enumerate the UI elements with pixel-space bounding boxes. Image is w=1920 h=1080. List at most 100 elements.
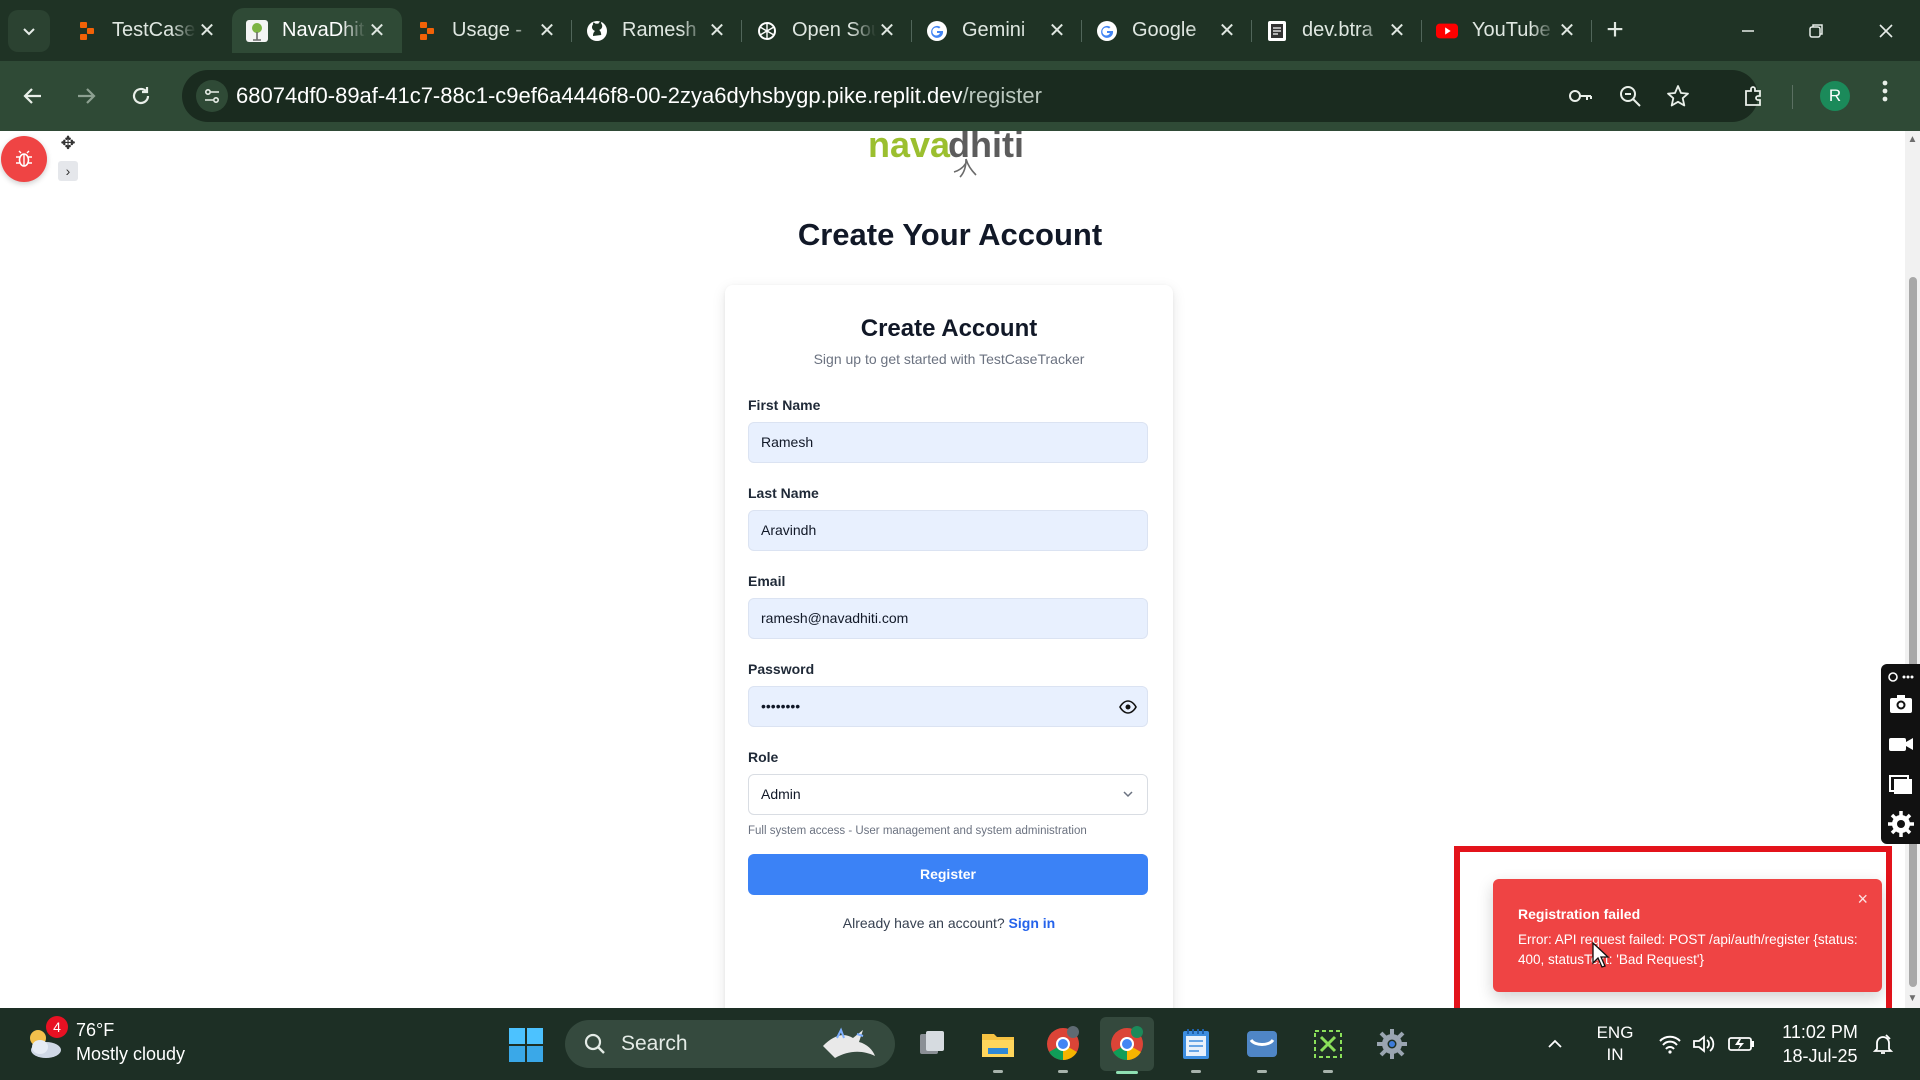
toast-title: Registration failed xyxy=(1518,906,1641,922)
site-info-button[interactable] xyxy=(196,80,228,112)
taskbar-notepad[interactable] xyxy=(1176,1024,1216,1073)
close-tab-icon[interactable]: ✕ xyxy=(876,18,898,43)
browser-tab[interactable]: NavaDhiti ✕ xyxy=(232,8,402,53)
toolbar-separator xyxy=(1792,85,1793,109)
expand-panel-button[interactable]: › xyxy=(58,161,78,181)
windows-start-icon[interactable] xyxy=(508,1027,544,1063)
page-title: Create Your Account xyxy=(797,217,1103,252)
browser-tab[interactable]: Google ✕ xyxy=(1082,8,1252,53)
running-indicator xyxy=(1058,1070,1068,1073)
bookmark-button[interactable] xyxy=(1664,82,1692,110)
eye-icon[interactable] xyxy=(1119,698,1137,716)
taskbar-file-explorer[interactable] xyxy=(978,1024,1018,1073)
password-key-button[interactable] xyxy=(1566,82,1594,110)
close-window-button[interactable] xyxy=(1852,0,1920,61)
tab-title: TestCase xyxy=(112,19,196,41)
close-tab-icon[interactable]: ✕ xyxy=(1046,18,1068,43)
weather-badge: 4 xyxy=(46,1016,68,1038)
browser-tab[interactable]: YouTube ✕ xyxy=(1422,8,1592,53)
arrow-left-icon xyxy=(23,88,41,104)
battery-status[interactable] xyxy=(1726,1008,1758,1080)
move-icon[interactable]: ✥ xyxy=(58,133,78,153)
navadhiti-logo: nava dhiti xyxy=(866,131,1036,187)
browser-tab[interactable]: Open Sou ✕ xyxy=(742,8,912,53)
language-indicator[interactable]: ENG IN xyxy=(1590,1008,1640,1080)
taskbar-task-view[interactable] xyxy=(912,1024,952,1064)
mouse-cursor-icon xyxy=(1592,942,1610,968)
taskbar-chrome-profile-1[interactable] xyxy=(1043,1024,1083,1073)
notifications-button[interactable] xyxy=(1868,1008,1898,1080)
camera-icon[interactable] xyxy=(1887,690,1915,718)
tune-icon xyxy=(204,88,220,104)
wifi-status[interactable] xyxy=(1656,1008,1684,1080)
scroll-up-arrow[interactable]: ▲ xyxy=(1907,134,1918,145)
register-button[interactable]: Register xyxy=(748,854,1148,895)
taskbar-settings[interactable] xyxy=(1372,1024,1412,1064)
close-tab-icon[interactable]: ✕ xyxy=(706,18,728,43)
browser-toolbar: 68074df0-89af-41c7-88c1-c9ef6a4446f8-00-… xyxy=(0,61,1920,131)
reload-button[interactable] xyxy=(120,75,162,117)
temperature: 76°F xyxy=(76,1020,115,1040)
volume-status[interactable] xyxy=(1690,1008,1718,1080)
scroll-down-arrow[interactable]: ▼ xyxy=(1907,993,1918,1004)
extensions-button[interactable] xyxy=(1740,82,1768,110)
scrollbar-thumb[interactable] xyxy=(1909,277,1917,987)
show-hidden-icons-button[interactable] xyxy=(1540,1008,1570,1080)
system-clock[interactable]: 11:02 PM 18-Jul-25 xyxy=(1770,1020,1870,1068)
tab-title: Gemini xyxy=(962,19,1026,41)
password-field[interactable]: •••••••• xyxy=(748,686,1148,727)
browser-tab[interactable]: dev.btra ✕ xyxy=(1252,8,1422,53)
address-bar[interactable]: 68074df0-89af-41c7-88c1-c9ef6a4446f8-00-… xyxy=(182,70,1758,122)
settings-gear-icon xyxy=(1377,1029,1407,1059)
email-field[interactable]: ramesh@navadhiti.com xyxy=(748,598,1148,639)
restore-button[interactable] xyxy=(1782,0,1850,61)
close-tab-icon[interactable]: ✕ xyxy=(1386,18,1408,43)
zoom-button[interactable] xyxy=(1616,82,1644,110)
tab-search-button[interactable] xyxy=(8,10,50,52)
toast-close-button[interactable]: × xyxy=(1857,889,1868,910)
chrome-icon xyxy=(1111,1026,1143,1060)
browser-tab[interactable]: Usage - ✕ xyxy=(402,8,572,53)
key-icon xyxy=(1569,90,1592,102)
close-tab-icon[interactable]: ✕ xyxy=(1216,18,1238,43)
minimize-button[interactable] xyxy=(1714,0,1782,61)
taskbar-search[interactable]: Search xyxy=(565,1020,895,1068)
card-subtitle: Sign up to get started with TestCaseTrac… xyxy=(813,351,1085,367)
pin-icon[interactable] xyxy=(1887,670,1915,684)
signin-link[interactable]: Sign in xyxy=(1009,915,1056,931)
back-button[interactable] xyxy=(12,75,54,117)
running-indicator xyxy=(1191,1070,1201,1073)
page-scrollbar[interactable]: ▲ ▼ xyxy=(1905,131,1920,1008)
browser-tab[interactable]: Ramesh ✕ xyxy=(572,8,742,53)
new-tab-button[interactable]: + xyxy=(1598,14,1632,48)
arrow-right-icon xyxy=(78,88,96,104)
browser-tab[interactable]: TestCase ✕ xyxy=(62,8,232,53)
taskbar-app-snip[interactable] xyxy=(1308,1024,1348,1073)
url-host: 68074df0-89af-41c7-88c1-c9ef6a4446f8-00-… xyxy=(236,83,963,108)
more-vertical-icon xyxy=(1882,80,1888,102)
close-tab-icon[interactable]: ✕ xyxy=(1556,18,1578,43)
taskbar-app-mail[interactable] xyxy=(1242,1024,1282,1073)
bug-report-button[interactable] xyxy=(1,136,47,182)
settings-gear-icon[interactable] xyxy=(1887,810,1915,838)
signin-prompt: Already have an account? Sign in xyxy=(725,915,1173,931)
browser-tab[interactable]: Gemini ✕ xyxy=(912,8,1082,53)
tab-title: Usage - xyxy=(452,19,523,41)
last-name-field[interactable]: Aravindh xyxy=(748,510,1148,551)
forward-button[interactable] xyxy=(65,75,107,117)
taskbar-search-label: Search xyxy=(621,1032,688,1055)
role-select[interactable]: Admin xyxy=(748,774,1148,815)
close-tab-icon[interactable]: ✕ xyxy=(536,18,558,43)
video-camera-icon[interactable] xyxy=(1887,730,1915,758)
first-name-field[interactable]: Ramesh xyxy=(748,422,1148,463)
close-tab-icon[interactable]: ✕ xyxy=(366,18,388,43)
replit-icon xyxy=(76,20,98,42)
profile-avatar[interactable]: R xyxy=(1820,81,1850,111)
restore-icon xyxy=(1809,23,1823,38)
close-tab-icon[interactable]: ✕ xyxy=(196,18,218,43)
browser-menu-button[interactable] xyxy=(1870,79,1900,113)
windows-icon[interactable] xyxy=(1887,770,1915,798)
taskbar-chrome-profile-2[interactable] xyxy=(1100,1017,1154,1074)
tab-strip: TestCase ✕ NavaDhiti ✕ Usage - ✕ Ramesh ✕ Open … xyxy=(0,0,1920,61)
weather-widget[interactable]: 4 76°F Mostly cloudy xyxy=(24,1016,185,1064)
